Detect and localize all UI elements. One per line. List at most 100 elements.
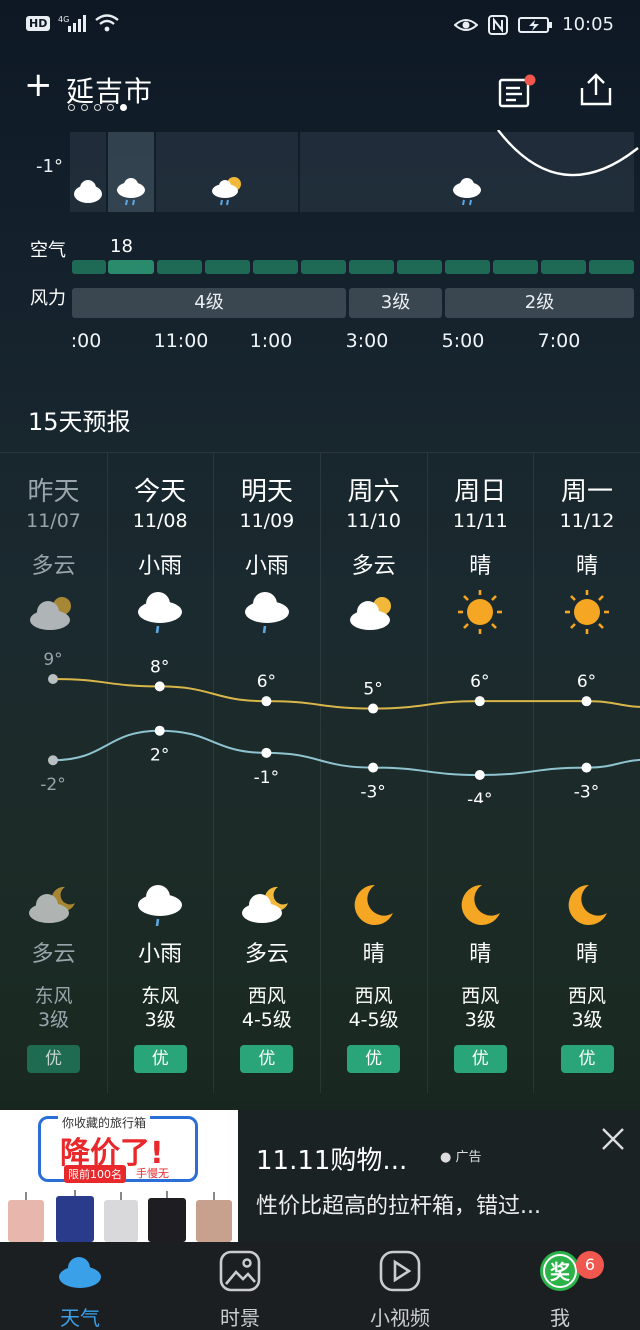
low-temp-point bbox=[368, 762, 379, 773]
aqi-badge: 优 bbox=[453, 1045, 507, 1073]
wind-level: 3级 bbox=[464, 1009, 496, 1031]
page-dot bbox=[81, 104, 88, 111]
aqi-badge: 优 bbox=[27, 1045, 80, 1073]
day-column[interactable]: 今天 11/08 小雨 小雨 东风 3级优 bbox=[107, 453, 214, 1073]
share-icon[interactable] bbox=[576, 70, 616, 110]
news-button[interactable] bbox=[496, 72, 536, 112]
night-condition: 小雨 bbox=[138, 942, 183, 967]
day-name: 周一 bbox=[560, 477, 613, 507]
svg-text:奖: 奖 bbox=[550, 1260, 571, 1284]
day-name: 周六 bbox=[347, 477, 400, 507]
aq-segment bbox=[589, 260, 634, 274]
light-rain-icon bbox=[138, 592, 183, 634]
tab-scenery[interactable]: 时景 bbox=[180, 1248, 300, 1330]
tab-scenery-label: 时景 bbox=[220, 1306, 260, 1330]
ad-image-sub2: 手慢无 bbox=[136, 1167, 169, 1180]
air-value: 18 bbox=[110, 236, 133, 257]
luggage-image bbox=[8, 1190, 232, 1242]
wind-direction: 西风 bbox=[247, 985, 286, 1007]
day-condition: 小雨 bbox=[138, 554, 183, 579]
low-temp-label: -4° bbox=[467, 790, 492, 803]
day-date: 11/11 bbox=[452, 510, 508, 532]
aq-segment bbox=[301, 260, 346, 274]
night-rain-icon bbox=[212, 177, 241, 206]
aq-segment bbox=[205, 260, 250, 274]
aqi-badge: 优 bbox=[133, 1045, 187, 1073]
partly-cloudy-icon bbox=[29, 597, 71, 630]
aq-segment bbox=[108, 260, 154, 274]
high-temp-label: 6° bbox=[257, 672, 276, 692]
day-date: 11/08 bbox=[132, 510, 188, 532]
hour-label: 1:00 bbox=[249, 330, 293, 352]
tab-weather[interactable]: 天气 bbox=[20, 1248, 140, 1330]
eye-icon bbox=[454, 18, 479, 31]
low-temp-point bbox=[474, 770, 485, 780]
light-rain-icon bbox=[453, 178, 481, 206]
low-temp-point bbox=[48, 755, 58, 766]
cloud-icon bbox=[59, 1257, 101, 1288]
wind-direction: 东风 bbox=[141, 985, 180, 1007]
temp-line bbox=[52, 729, 640, 777]
play-icon bbox=[379, 1250, 421, 1292]
ad-title[interactable]: 11.11购物... bbox=[256, 1140, 407, 1177]
page-dot bbox=[94, 104, 101, 111]
day-column[interactable]: 周日 11/11 晴晴西风 3级优 bbox=[427, 453, 534, 1073]
close-icon[interactable] bbox=[598, 1124, 628, 1154]
day-condition: 多云 bbox=[351, 554, 396, 579]
tab-short-video[interactable]: 小视频 bbox=[340, 1248, 460, 1330]
day-name: 昨天 bbox=[27, 477, 80, 507]
daily-forecast[interactable]: 9° -2° 8° 2° 6° -1° 5° -3° 6° -4° 6° -3° 昨天 11/07 多云多… bbox=[0, 452, 640, 1100]
bottom-nav: 天气 时景 小视频 奖 我 bbox=[0, 1242, 640, 1330]
ad-image[interactable]: 你收藏的旅行箱 降价了! 限前100名 手慢无 bbox=[0, 1110, 238, 1242]
low-temp-point bbox=[154, 725, 165, 736]
moon-icon bbox=[568, 884, 607, 925]
aqi-badge: 优 bbox=[560, 1045, 614, 1073]
day-condition: 晴 bbox=[469, 554, 492, 579]
day-column[interactable]: 昨天 11/07 多云 多云 东风 3级优 bbox=[0, 453, 107, 1073]
battery-icon bbox=[518, 16, 553, 33]
hourly-forecast[interactable]: -1° 空气 18 风力 4级 3级 2级 :00 11:00 1:00 3:0… bbox=[0, 130, 640, 370]
partly-cloudy-icon bbox=[349, 597, 391, 630]
status-bar: HD 4G 10:05 bbox=[0, 0, 640, 50]
signal-icon: 4G bbox=[58, 15, 87, 32]
aq-segment bbox=[253, 260, 298, 274]
temp-line bbox=[52, 678, 640, 710]
high-temp-label: 6° bbox=[470, 672, 489, 692]
aqi-badge: 优 bbox=[240, 1045, 294, 1073]
ad-banner[interactable]: 你收藏的旅行箱 降价了! 限前100名 手慢无 11.11购物... ● 广告 … bbox=[0, 1110, 640, 1242]
day-date: 11/10 bbox=[346, 510, 401, 532]
image-icon bbox=[219, 1250, 261, 1292]
ad-description[interactable]: 性价比超高的拉杆箱，错过... bbox=[256, 1188, 541, 1220]
wind-level: 4-5级 bbox=[241, 1009, 292, 1031]
aq-segment bbox=[493, 260, 538, 274]
clock: 10:05 bbox=[562, 14, 614, 35]
high-temp-label: 6° bbox=[577, 672, 596, 692]
high-temp-point bbox=[48, 674, 58, 684]
high-temp-point bbox=[474, 696, 485, 707]
notification-badge: 6 bbox=[576, 1251, 604, 1279]
day-column[interactable]: 明天 11/09 小雨 多云 西风 4-5级优 bbox=[213, 453, 320, 1073]
light-rain-icon bbox=[244, 592, 289, 634]
cloudy-night-icon bbox=[242, 886, 289, 923]
hour-label: 11:00 bbox=[153, 330, 209, 352]
day-column[interactable]: 周一 11/12 晴晴西风 3级优 bbox=[534, 453, 640, 1073]
wind-level: 4-5级 bbox=[348, 1009, 399, 1031]
high-temp-label: 9° bbox=[43, 650, 62, 670]
wind-direction: 西风 bbox=[567, 985, 606, 1007]
aq-segment bbox=[397, 260, 442, 274]
hourly-temp-label: -1° bbox=[36, 156, 63, 177]
day-column[interactable]: 周六 11/10 多云晴西风 4-5级优 bbox=[320, 453, 427, 1073]
temperature-chart: 9° -2° 8° 2° 6° -1° 5° -3° 6° -4° 6° -3° bbox=[40, 650, 640, 803]
day-condition: 小雨 bbox=[244, 554, 289, 579]
aq-segment bbox=[72, 260, 106, 274]
high-temp-point bbox=[368, 703, 379, 714]
header: + 延吉市 bbox=[0, 60, 640, 120]
page-dot bbox=[68, 104, 75, 111]
moon-icon bbox=[461, 884, 500, 925]
add-city-button[interactable]: + bbox=[24, 68, 53, 102]
page-dot-active bbox=[120, 104, 127, 111]
sun-icon bbox=[458, 590, 503, 634]
light-rain-icon bbox=[117, 178, 145, 206]
night-condition: 多云 bbox=[244, 942, 289, 967]
tab-me-label: 我 bbox=[550, 1306, 570, 1330]
